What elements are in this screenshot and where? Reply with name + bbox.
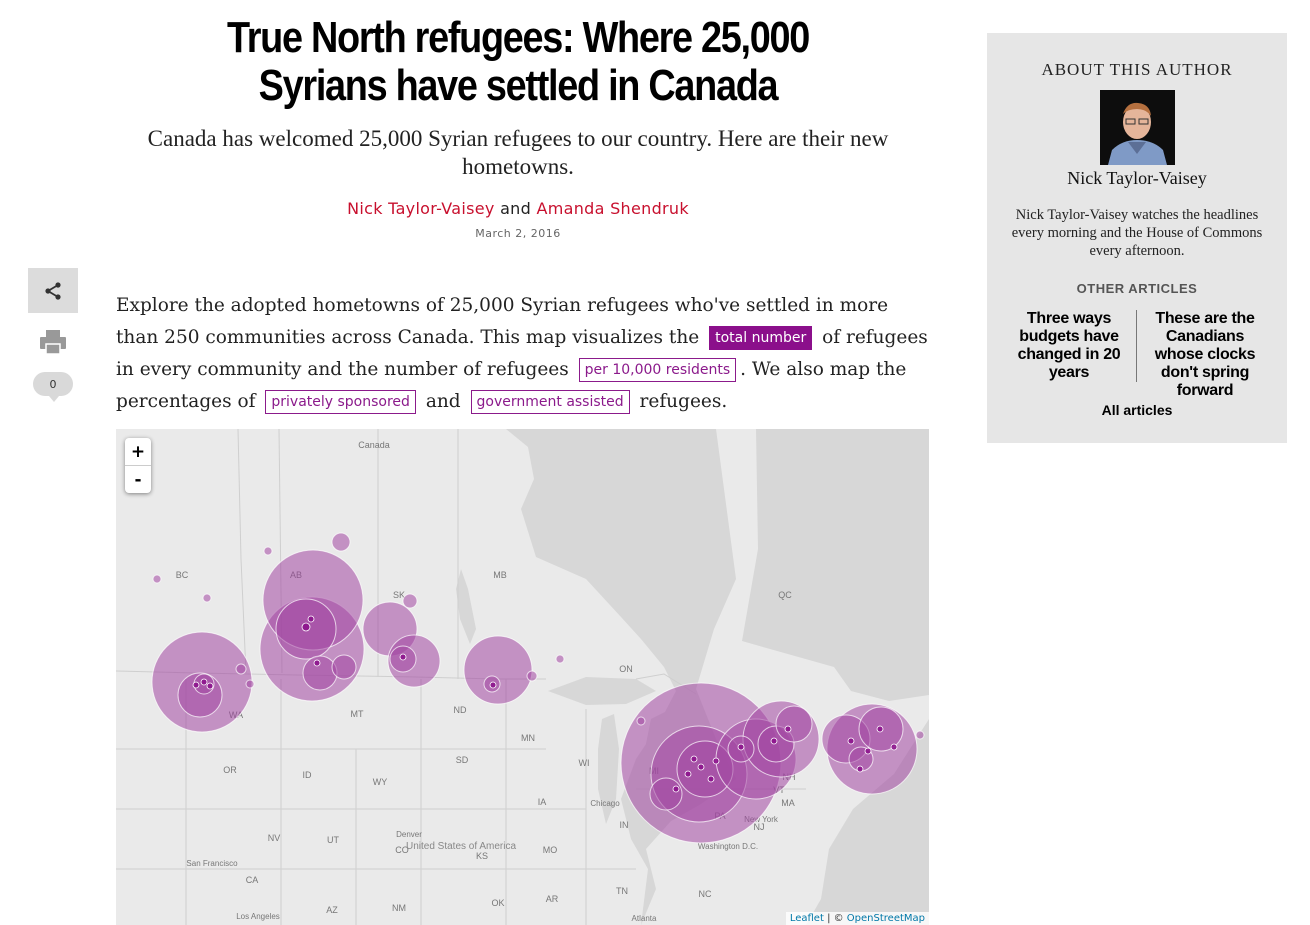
- intro-text-5: refugees.: [639, 391, 728, 412]
- bubble[interactable]: [649, 777, 683, 811]
- publish-date: March 2, 2016: [475, 227, 561, 240]
- label-mb: MB: [493, 570, 507, 580]
- bubble[interactable]: [152, 574, 162, 584]
- comment-count: 0: [49, 377, 57, 391]
- label-denver: Denver: [396, 830, 422, 839]
- label-ut: UT: [327, 835, 339, 845]
- toggle-government-assisted[interactable]: government assisted: [470, 390, 630, 414]
- label-ar: AR: [546, 894, 559, 904]
- label-los-angeles: Los Angeles: [236, 912, 280, 921]
- label-chicago: Chicago: [590, 799, 620, 808]
- label-ok: OK: [491, 898, 504, 908]
- byline: Nick Taylor-Vaisey and Amanda Shendruk: [116, 199, 920, 218]
- label-bc: BC: [176, 570, 189, 580]
- author-link-1[interactable]: Nick Taylor-Vaisey: [347, 199, 495, 218]
- label-in: IN: [620, 820, 629, 830]
- author-avatar[interactable]: [1100, 90, 1175, 165]
- label-qc: QC: [778, 590, 792, 600]
- bubble[interactable]: [245, 679, 255, 689]
- articles-divider: [1136, 310, 1137, 382]
- bubble[interactable]: [263, 546, 273, 556]
- toggle-privately-sponsored[interactable]: privately sponsored: [265, 390, 416, 414]
- author-link-2[interactable]: Amanda Shendruk: [536, 199, 688, 218]
- label-sd: SD: [456, 755, 469, 765]
- map-attribution: Leaflet | © OpenStreetMap: [785, 912, 929, 925]
- label-united-states: United States of America: [406, 841, 516, 852]
- label-ks: KS: [476, 851, 488, 861]
- label-nc: NC: [699, 889, 712, 899]
- label-san-francisco: San Francisco: [186, 859, 238, 868]
- label-nd: ND: [454, 705, 467, 715]
- label-washington: Washington D.C.: [698, 842, 758, 851]
- label-atlanta: Atlanta: [632, 914, 657, 923]
- label-id: ID: [303, 770, 313, 780]
- openstreetmap-link[interactable]: OpenStreetMap: [847, 913, 925, 924]
- article-title: True North refugees: Where 25,000 Syrian…: [226, 13, 810, 110]
- label-or: OR: [223, 765, 237, 775]
- label-nv: NV: [268, 833, 281, 843]
- zoom-control: + -: [125, 438, 151, 493]
- attribution-separator: | ©: [823, 913, 847, 924]
- label-wi: WI: [579, 758, 590, 768]
- zoom-in-button[interactable]: +: [125, 438, 151, 466]
- share-button[interactable]: [28, 268, 78, 313]
- author-photo-icon: [1100, 90, 1175, 165]
- article-dek: Canada has welcomed 25,000 Syrian refuge…: [147, 126, 889, 179]
- byline-and: and: [500, 199, 532, 218]
- toggle-per-10000[interactable]: per 10,000 residents: [578, 358, 737, 382]
- bubble[interactable]: [331, 532, 351, 552]
- about-author-heading: ABOUT THIS AUTHOR: [1041, 60, 1233, 79]
- refugee-map[interactable]: Canada BC AB SK MB ON QC WA MT ND MN OR …: [116, 429, 929, 925]
- toggle-total-number[interactable]: total number: [709, 326, 813, 350]
- author-bio: Nick Taylor-Vaisey watches the headlines…: [1011, 207, 1263, 259]
- other-article-link-2[interactable]: These are the Canadians whose clocks don…: [1143, 310, 1267, 400]
- label-mt: MT: [351, 709, 364, 719]
- label-ma: MA: [781, 798, 795, 808]
- label-az: AZ: [326, 905, 338, 915]
- label-wy: WY: [373, 777, 388, 787]
- other-articles-heading: OTHER ARTICLES: [1076, 281, 1198, 296]
- all-articles-link[interactable]: All articles: [987, 402, 1287, 418]
- label-mn: MN: [521, 733, 535, 743]
- map-canvas[interactable]: Canada BC AB SK MB ON QC WA MT ND MN OR …: [116, 429, 929, 925]
- bubble[interactable]: [463, 635, 533, 705]
- zoom-out-button[interactable]: -: [125, 466, 151, 493]
- bubble[interactable]: [915, 730, 925, 740]
- bubble[interactable]: [555, 654, 565, 664]
- label-on: ON: [619, 664, 633, 674]
- bubble[interactable]: [402, 593, 418, 609]
- bubble[interactable]: [235, 663, 247, 675]
- bubble[interactable]: [302, 655, 338, 691]
- intro-text-4: and: [425, 391, 461, 412]
- comment-count-button[interactable]: 0: [33, 372, 73, 402]
- printer-icon: [40, 330, 66, 355]
- label-ia: IA: [538, 797, 547, 807]
- author-name[interactable]: Nick Taylor-Vaisey: [987, 168, 1287, 189]
- leaflet-link[interactable]: Leaflet: [790, 913, 824, 924]
- bubble[interactable]: [526, 670, 538, 682]
- share-icon: [45, 281, 61, 300]
- bubble[interactable]: [636, 716, 646, 726]
- label-tn: TN: [616, 886, 628, 896]
- label-mo: MO: [543, 845, 558, 855]
- intro-paragraph: Explore the adopted hometowns of 25,000 …: [116, 290, 936, 418]
- bubble[interactable]: [202, 593, 212, 603]
- author-sidebar: ABOUT THIS AUTHOR Nick Taylor-Vaisey Nic…: [987, 33, 1287, 443]
- label-ca: CA: [246, 875, 259, 885]
- label-canada: Canada: [358, 440, 390, 450]
- bubble[interactable]: [775, 705, 813, 743]
- label-nm: NM: [392, 903, 406, 913]
- bubble[interactable]: [331, 654, 357, 680]
- other-article-link-1[interactable]: Three ways budgets have changed in 20 ye…: [1007, 310, 1131, 382]
- print-button[interactable]: [36, 326, 70, 358]
